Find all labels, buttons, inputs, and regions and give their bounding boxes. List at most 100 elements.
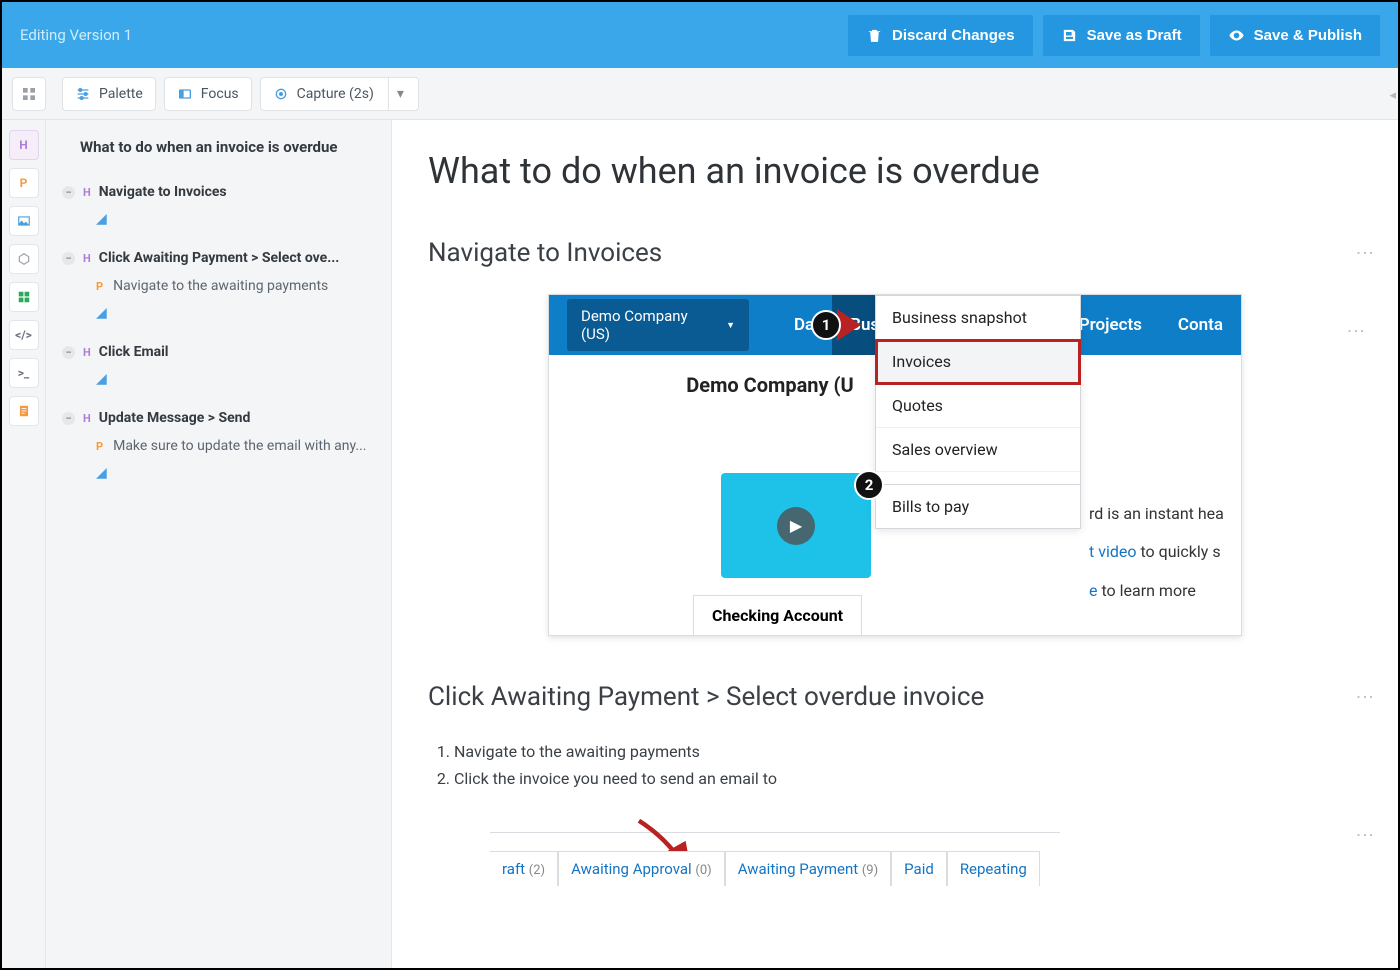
section-2-li-1: Navigate to the awaiting payments <box>454 738 1362 765</box>
hexagon-icon <box>17 252 31 266</box>
section-2-heading[interactable]: Click Awaiting Payment > Select overdue … <box>428 682 1362 712</box>
capture-dropdown-caret[interactable]: ▾ <box>388 78 412 110</box>
collapse-icon[interactable]: − <box>62 412 75 425</box>
shot1-dd-sales: Sales overview <box>876 428 1080 472</box>
rail-document-button[interactable] <box>9 396 39 426</box>
focus-label: Focus <box>201 86 239 102</box>
shot1-right-text: rd is an instant hea t video to quickly … <box>1089 495 1224 610</box>
editing-version-label: Editing Version 1 <box>20 26 132 44</box>
shot2-tab-repeating: Repeating <box>947 851 1040 886</box>
outline-node-1[interactable]: −H Navigate to Invoices ◢ <box>62 184 375 228</box>
discard-label: Discard Changes <box>892 27 1015 44</box>
section-2-li-2: Click the invoice you need to send an em… <box>454 765 1362 792</box>
paragraph-tag-icon: P <box>96 440 103 453</box>
section-1: ⋮ ⋮ Navigate to Invoices Demo Company (U… <box>428 238 1362 636</box>
heading-tag-icon: H <box>83 346 91 359</box>
heading-tag-icon: H <box>83 412 91 425</box>
collapse-right-handle[interactable]: ◂ <box>1389 88 1396 103</box>
rail-code-button[interactable]: </> <box>9 320 39 350</box>
shot2-tab-approval: Awaiting Approval (0) <box>558 851 725 886</box>
outline-node-2-label: Click Awaiting Payment > Select ove... <box>99 250 375 266</box>
save-publish-button[interactable]: Save & Publish <box>1210 15 1380 56</box>
table-icon <box>17 290 31 304</box>
shot1-dd-snapshot: Business snapshot <box>876 296 1080 340</box>
trash-icon <box>866 27 883 44</box>
outline-panel: What to do when an invoice is overdue −H… <box>46 120 392 968</box>
palette-button[interactable]: Palette <box>62 77 156 111</box>
page-title[interactable]: What to do when an invoice is overdue <box>428 150 1362 192</box>
shot2-tab-draft: raft (2) <box>490 851 558 886</box>
discard-changes-button[interactable]: Discard Changes <box>848 15 1033 56</box>
rail-terminal-button[interactable]: >_ <box>9 358 39 388</box>
image-node-icon: ◢ <box>96 371 107 387</box>
outline-node-3-label: Click Email <box>99 344 375 360</box>
shot1-dd-invoices: Invoices <box>876 340 1080 384</box>
image-node-icon: ◢ <box>96 211 107 227</box>
image-node-icon: ◢ <box>96 465 107 481</box>
shot1-dd-bills: Bills to pay <box>876 484 1080 528</box>
shot1-video-thumb: ▶ <box>721 473 871 578</box>
paragraph-tag-icon: P <box>96 280 103 293</box>
outline-node-2[interactable]: −H Click Awaiting Payment > Select ove...… <box>62 250 375 322</box>
rail-shape-button[interactable] <box>9 244 39 274</box>
rail-heading-button[interactable]: H <box>9 130 39 160</box>
capture-button[interactable]: Capture (2s) ▾ <box>260 77 419 111</box>
save-draft-button[interactable]: Save as Draft <box>1043 15 1200 56</box>
element-rail: H P </> >_ <box>2 120 46 968</box>
section-menu-icon[interactable]: ⋮ <box>1362 244 1366 262</box>
document-icon <box>17 404 31 418</box>
section-1-heading[interactable]: Navigate to Invoices <box>428 238 1362 268</box>
topbar-actions: Discard Changes Save as Draft Save & Pub… <box>848 15 1380 56</box>
dashboard-icon-button[interactable] <box>12 77 46 111</box>
shot2-tab-awaiting-payment: Awaiting Payment (9) <box>725 851 891 886</box>
rail-image-button[interactable] <box>9 206 39 236</box>
shot1-dd-quotes: Quotes <box>876 384 1080 428</box>
heading-tag-icon: H <box>83 186 91 199</box>
shot2-tab-paid: Paid <box>891 851 947 886</box>
focus-icon <box>177 86 193 102</box>
shot1-text-2: to quickly s <box>1136 542 1220 561</box>
annotation-badge-2: 2 <box>854 470 884 500</box>
sliders-icon <box>75 86 91 102</box>
save-icon <box>1061 27 1078 44</box>
outline-node-4-label: Update Message > Send <box>99 410 375 426</box>
section-2-list[interactable]: Navigate to the awaiting payments Click … <box>432 738 1362 792</box>
palette-label: Palette <box>99 86 143 102</box>
main: H P </> >_ What to do when an invoice is… <box>2 120 1398 968</box>
shot1-body: Demo Company (U ▶ Business snapshot Invo… <box>549 355 1241 635</box>
shot1-checking-account: Checking Account <box>693 595 862 635</box>
collapse-icon[interactable]: − <box>62 186 75 199</box>
capture-label: Capture (2s) <box>297 86 374 102</box>
heading-tag-icon: H <box>83 252 91 265</box>
collapse-icon[interactable]: − <box>62 346 75 359</box>
eye-icon <box>1228 27 1245 44</box>
section-menu-icon[interactable]: ⋮ <box>1362 688 1366 706</box>
save-draft-label: Save as Draft <box>1087 27 1182 44</box>
shot1-link-video: t video <box>1089 542 1136 561</box>
topbar: Editing Version 1 Discard Changes Save a… <box>2 2 1398 68</box>
image-icon <box>17 214 31 228</box>
focus-button[interactable]: Focus <box>164 77 252 111</box>
grid-icon <box>21 86 37 102</box>
outline-title: What to do when an invoice is overdue <box>62 138 375 156</box>
shot1-company-selector: Demo Company (US) <box>567 299 749 351</box>
rail-paragraph-button[interactable]: P <box>9 168 39 198</box>
play-icon: ▶ <box>777 507 815 545</box>
content-editor: What to do when an invoice is overdue ⋮ … <box>392 120 1398 968</box>
collapse-icon[interactable]: − <box>62 252 75 265</box>
rail-table-button[interactable] <box>9 282 39 312</box>
outline-node-1-label: Navigate to Invoices <box>99 184 375 200</box>
outline-node-3[interactable]: −H Click Email ◢ <box>62 344 375 388</box>
outline-node-4[interactable]: −H Update Message > Send P Make sure to up… <box>62 410 375 482</box>
capture-icon <box>273 86 289 102</box>
annotation-badge-1: 1 <box>811 310 841 340</box>
section-2: ⋮ Click Awaiting Payment > Select overdu… <box>428 682 1362 892</box>
screenshot-1[interactable]: Demo Company (US) Da Business Accounting… <box>548 294 1242 636</box>
shot1-nav-contacts: Conta <box>1160 295 1241 355</box>
shot1-text-1: rd is an instant hea <box>1089 504 1224 523</box>
shot1-dropdown: Business snapshot Invoices Quotes Sales … <box>875 295 1081 529</box>
outline-node-4-para: Make sure to update the email with any..… <box>113 438 366 454</box>
block-menu-icon[interactable]: ⋮ <box>1362 826 1366 844</box>
screenshot-2[interactable]: raft (2) Awaiting Approval (0) Awaiting … <box>490 832 1060 892</box>
block-menu-icon[interactable]: ⋮ <box>1345 322 1366 340</box>
